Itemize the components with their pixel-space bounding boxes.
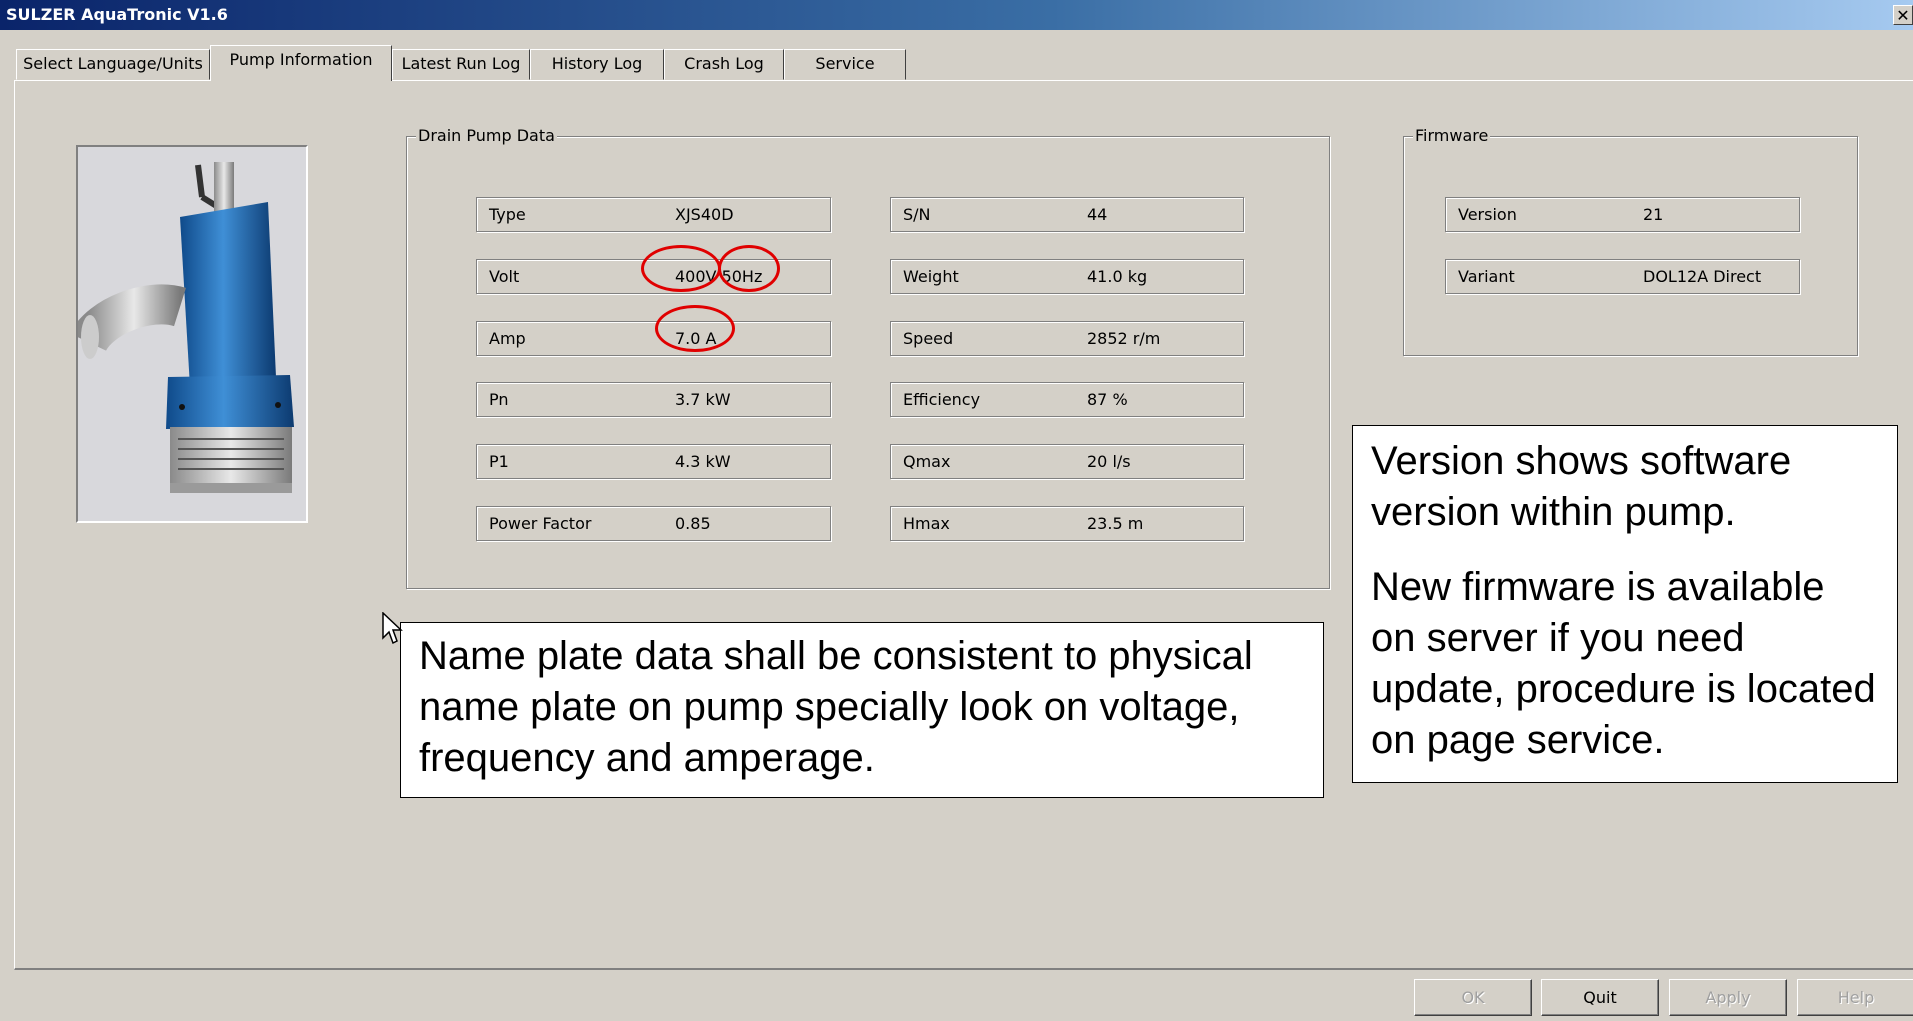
window-titlebar: SULZER AquaTronic V1.6 ✕ bbox=[0, 0, 1913, 30]
field-power-factor: Power Factor 0.85 bbox=[476, 506, 831, 541]
field-qmax: Qmax 20 l/s bbox=[890, 444, 1244, 479]
help-button[interactable]: Help bbox=[1797, 979, 1913, 1016]
firmware-callout-text-2: New firmware is available on server if y… bbox=[1371, 565, 1876, 762]
field-serial-number: S/N 44 bbox=[890, 197, 1244, 232]
field-value: 87 % bbox=[1087, 390, 1128, 409]
field-value: 21 bbox=[1643, 205, 1664, 224]
firmware-callout: Version shows software version within pu… bbox=[1352, 425, 1898, 783]
arrow-cursor-icon bbox=[382, 612, 403, 645]
field-label: Speed bbox=[903, 329, 954, 348]
tab-crash-log[interactable]: Crash Log bbox=[664, 49, 784, 80]
frequency-highlight-circle bbox=[718, 245, 780, 292]
field-label: Amp bbox=[489, 329, 526, 348]
field-pn: Pn 3.7 kW bbox=[476, 382, 831, 417]
field-label: Pn bbox=[489, 390, 509, 409]
field-value: 44 bbox=[1087, 205, 1108, 224]
firmware-callout-text-1: Version shows software version within pu… bbox=[1371, 439, 1792, 534]
ok-button[interactable]: OK bbox=[1414, 979, 1532, 1016]
field-label: Volt bbox=[489, 267, 520, 286]
field-p1: P1 4.3 kW bbox=[476, 444, 831, 479]
submersible-pump-image bbox=[78, 162, 294, 493]
field-label: Weight bbox=[903, 267, 959, 286]
field-label: S/N bbox=[903, 205, 931, 224]
field-value: 41.0 kg bbox=[1087, 267, 1148, 286]
pump-image bbox=[76, 145, 308, 523]
field-value: 20 l/s bbox=[1087, 452, 1131, 471]
apply-button[interactable]: Apply bbox=[1669, 979, 1787, 1016]
field-version: Version 21 bbox=[1445, 197, 1800, 232]
field-label: Efficiency bbox=[903, 390, 981, 409]
field-type: Type XJS40D bbox=[476, 197, 831, 232]
field-value: 0.85 bbox=[675, 514, 711, 533]
close-icon[interactable]: ✕ bbox=[1893, 5, 1913, 25]
voltage-highlight-circle bbox=[641, 245, 721, 292]
firmware-title: Firmware bbox=[1413, 126, 1491, 146]
field-amp: Amp 7.0 A bbox=[476, 321, 831, 356]
nameplate-callout: Name plate data shall be consistent to p… bbox=[400, 622, 1324, 798]
field-label: Variant bbox=[1458, 267, 1515, 286]
field-value: DOL12A Direct bbox=[1643, 267, 1762, 286]
field-value: 2852 r/m bbox=[1087, 329, 1161, 348]
tab-pump-information[interactable]: Pump Information bbox=[210, 45, 392, 81]
field-weight: Weight 41.0 kg bbox=[890, 259, 1244, 294]
field-value: XJS40D bbox=[675, 205, 734, 224]
field-label: Hmax bbox=[903, 514, 950, 533]
field-value: 23.5 m bbox=[1087, 514, 1144, 533]
amperage-highlight-circle bbox=[655, 305, 735, 352]
tab-select-language-units[interactable]: Select Language/Units bbox=[16, 49, 210, 80]
tab-history-log[interactable]: History Log bbox=[530, 49, 664, 80]
field-label: Type bbox=[489, 205, 526, 224]
field-hmax: Hmax 23.5 m bbox=[890, 506, 1244, 541]
tab-service[interactable]: Service bbox=[784, 49, 906, 80]
field-label: Power Factor bbox=[489, 514, 592, 533]
tab-latest-run-log[interactable]: Latest Run Log bbox=[392, 49, 530, 80]
window-title: SULZER AquaTronic V1.6 bbox=[6, 5, 228, 24]
field-label: Qmax bbox=[903, 452, 951, 471]
field-value: 3.7 kW bbox=[675, 390, 731, 409]
quit-button[interactable]: Quit bbox=[1541, 979, 1659, 1016]
firmware-group: Firmware bbox=[1403, 126, 1858, 356]
field-label: P1 bbox=[489, 452, 509, 471]
field-efficiency: Efficiency 87 % bbox=[890, 382, 1244, 417]
field-variant: Variant DOL12A Direct bbox=[1445, 259, 1800, 294]
nameplate-callout-text: Name plate data shall be consistent to p… bbox=[419, 634, 1253, 780]
field-value: 4.3 kW bbox=[675, 452, 731, 471]
drain-pump-data-title: Drain Pump Data bbox=[416, 126, 557, 146]
field-speed: Speed 2852 r/m bbox=[890, 321, 1244, 356]
field-label: Version bbox=[1458, 205, 1517, 224]
